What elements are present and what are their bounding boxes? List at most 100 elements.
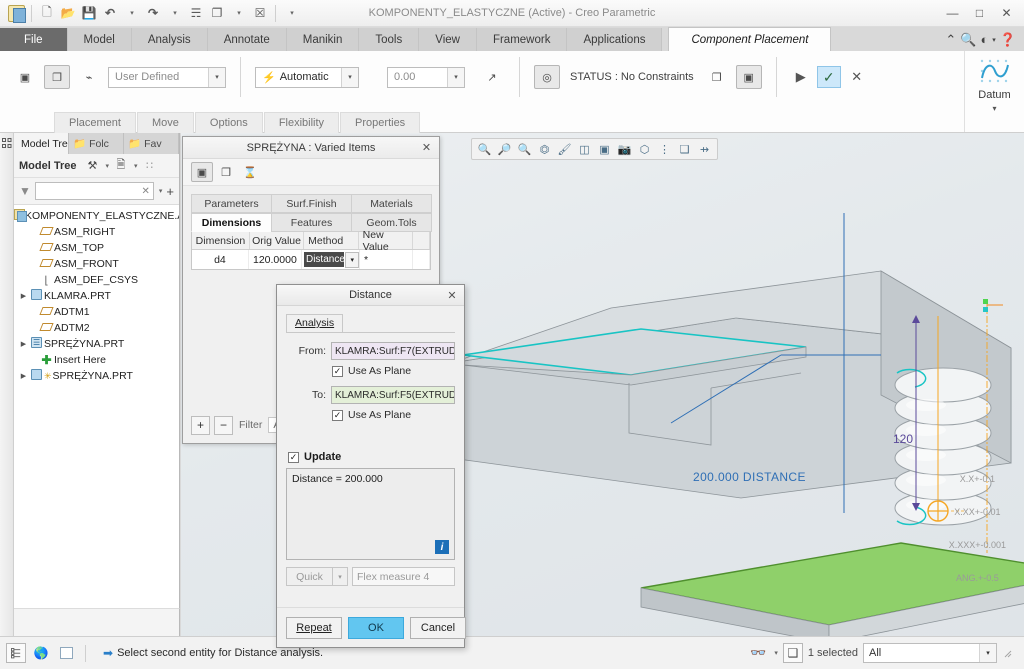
selection-filter-caret-icon[interactable]: ▾	[979, 644, 996, 662]
settings-caret-icon[interactable]: ▾	[105, 162, 109, 170]
model-tree-toggle-icon[interactable]	[6, 643, 26, 663]
placement-type-caret-icon[interactable]: ▾	[208, 67, 225, 87]
constraint-type-caret-icon[interactable]: ▾	[341, 67, 358, 87]
tab-materials[interactable]: Materials	[351, 194, 432, 213]
datum-curve-icon[interactable]	[978, 57, 1012, 87]
tree-expander[interactable]: ▶	[18, 340, 29, 348]
tab-file[interactable]: File	[0, 28, 68, 51]
subtab-placement[interactable]: Placement	[54, 112, 136, 133]
confirm-placement-button[interactable]: ✓	[816, 66, 841, 88]
tab-folder-browser[interactable]: 📁 Folc	[69, 133, 124, 154]
connection-icon[interactable]: ⌁	[76, 65, 102, 89]
zoom-box-icon[interactable]: 🔍	[475, 140, 494, 158]
resume-icon[interactable]: ▶	[791, 66, 811, 88]
redo-caret-icon[interactable]: ▾	[165, 3, 185, 23]
filter-caret-icon[interactable]: ▾	[159, 187, 163, 195]
tree-item-asm-def-csys[interactable]: ⌊ ASM_DEF_CSYS	[14, 272, 179, 288]
offset-input[interactable]: 0.00 ▾	[387, 66, 465, 88]
filter-clear-icon[interactable]: ✕	[142, 186, 150, 197]
binoculars-icon[interactable]: 👓	[748, 643, 768, 663]
subtab-options[interactable]: Options	[194, 112, 263, 133]
filter-icon[interactable]: ▼	[19, 184, 31, 198]
offset-caret-icon[interactable]: ▾	[447, 67, 464, 87]
redo-icon[interactable]: ↷	[143, 3, 163, 23]
tab-manikin[interactable]: Manikin	[286, 28, 360, 51]
tab-model-tree[interactable]: Model Tree	[14, 133, 69, 154]
tree-expander[interactable]: ▶	[18, 372, 29, 380]
tab-model[interactable]: Model	[67, 28, 132, 51]
tree-item-sprezyna[interactable]: ▶ ✳ SPRĘŻYNA.PRT	[14, 368, 179, 384]
add-item-button[interactable]: +	[191, 415, 210, 435]
tree-item-insert-here[interactable]: ✚ Insert Here	[14, 352, 179, 368]
tree-item-sprezyna-flex[interactable]: ▶ ☰ SPRĘŻYNA.PRT	[14, 336, 179, 352]
spin-center-icon[interactable]: ❑	[675, 140, 694, 158]
tab-parameters[interactable]: Parameters	[191, 194, 272, 213]
open-file-icon[interactable]: 📂	[58, 3, 78, 23]
from-field[interactable]: KLAMRA:Surf:F7(EXTRUD	[331, 342, 455, 360]
tab-view[interactable]: View	[419, 28, 477, 51]
dimensions-table[interactable]: Dimension Orig Value Method New Value d4…	[191, 229, 431, 270]
to-use-as-plane-checkbox[interactable]: ✓	[332, 409, 343, 421]
filter-add-icon[interactable]: +	[166, 184, 174, 199]
quick-caret-icon[interactable]: ▾	[333, 567, 348, 586]
subtab-properties[interactable]: Properties	[340, 112, 421, 133]
show-varied-items-icon[interactable]: ▣	[191, 162, 213, 182]
cancel-button[interactable]: Cancel	[410, 616, 466, 639]
tab-dimensions[interactable]: Dimensions	[191, 213, 272, 232]
assembly-window-icon[interactable]: ▣	[735, 65, 762, 89]
message-area-icon[interactable]	[56, 643, 76, 663]
datum-display-icon[interactable]: ▣	[595, 140, 614, 158]
repeat-button[interactable]: Repeat	[286, 616, 342, 639]
maximize-button[interactable]: □	[966, 2, 993, 24]
tree-item-assembly[interactable]: KOMPONENTY_ELASTYCZNE.ASM	[14, 208, 179, 224]
model-tree-list[interactable]: KOMPONENTY_ELASTYCZNE.ASM ASM_RIGHT ASM_…	[14, 204, 179, 636]
refit-icon[interactable]: ⏣	[535, 140, 554, 158]
quick-button[interactable]: Quick	[286, 567, 333, 586]
tree-expander[interactable]: ▶	[18, 292, 29, 300]
distance-annotation[interactable]: 200.000 DISTANCE	[693, 470, 806, 484]
tree-item-asm-front[interactable]: ASM_FRONT	[14, 256, 179, 272]
minimize-button[interactable]: —	[939, 2, 966, 24]
tab-annotate[interactable]: Annotate	[207, 28, 287, 51]
to-use-as-plane-row[interactable]: ✓ Use As Plane	[332, 409, 455, 421]
view-manager-icon[interactable]: ⬡	[635, 140, 654, 158]
tab-applications[interactable]: Applications	[567, 28, 663, 51]
settings-tools-icon[interactable]: ⚒	[83, 157, 101, 175]
subtab-flexibility[interactable]: Flexibility	[263, 112, 340, 133]
account-caret-icon[interactable]: ▾	[992, 36, 996, 44]
new-file-icon[interactable]: 🗋	[37, 3, 57, 23]
regenerate-icon[interactable]: ☴	[186, 3, 206, 23]
cell-new-value[interactable]: *	[360, 250, 414, 269]
remove-item-button[interactable]: −	[214, 415, 233, 435]
from-use-as-plane-row[interactable]: ✓ Use As Plane	[332, 365, 455, 377]
tab-component-placement[interactable]: Component Placement	[668, 27, 832, 51]
tab-surf-finish[interactable]: Surf.Finish	[271, 194, 352, 213]
display-style-icon[interactable]: ◫	[575, 140, 594, 158]
save-icon[interactable]: 💾	[79, 3, 99, 23]
annotation-display-icon[interactable]: ⋮	[655, 140, 674, 158]
tab-features[interactable]: Features	[271, 213, 352, 232]
placement-type-select[interactable]: User Defined ▾	[108, 66, 226, 88]
display-caret-icon[interactable]: ▾	[134, 162, 138, 170]
copy-item-icon[interactable]: ❐	[215, 162, 237, 182]
method-caret-icon[interactable]: ▾	[345, 251, 359, 268]
tab-analysis[interactable]: Analysis	[131, 28, 208, 51]
active-window-icon[interactable]: ❑	[782, 643, 803, 663]
measure-name-input[interactable]: Flex measure 4	[352, 567, 455, 586]
update-checkbox[interactable]: ✓	[288, 451, 299, 463]
navigator-tree-icon[interactable]	[1, 138, 12, 152]
account-icon[interactable]: ◐	[980, 32, 988, 47]
datum-caret-icon[interactable]: ▾	[992, 104, 996, 113]
ok-button[interactable]: OK	[348, 616, 404, 639]
table-row[interactable]: d4 120.0000 Distance ▾ *	[192, 250, 430, 269]
saved-views-icon[interactable]: 📷	[615, 140, 634, 158]
dimension-120-label[interactable]: 120	[893, 432, 913, 446]
tab-framework[interactable]: Framework	[476, 28, 568, 51]
distance-close-icon[interactable]: ✕	[444, 287, 460, 303]
tree-item-adtm2[interactable]: ADTM2	[14, 320, 179, 336]
placement-constraints-icon[interactable]: ▣	[12, 65, 38, 89]
varied-items-close-icon[interactable]: ✕	[418, 139, 435, 156]
undo-caret-icon[interactable]: ▾	[122, 3, 142, 23]
cancel-placement-button[interactable]: ✕	[847, 66, 867, 88]
subtab-move[interactable]: Move	[136, 112, 194, 133]
